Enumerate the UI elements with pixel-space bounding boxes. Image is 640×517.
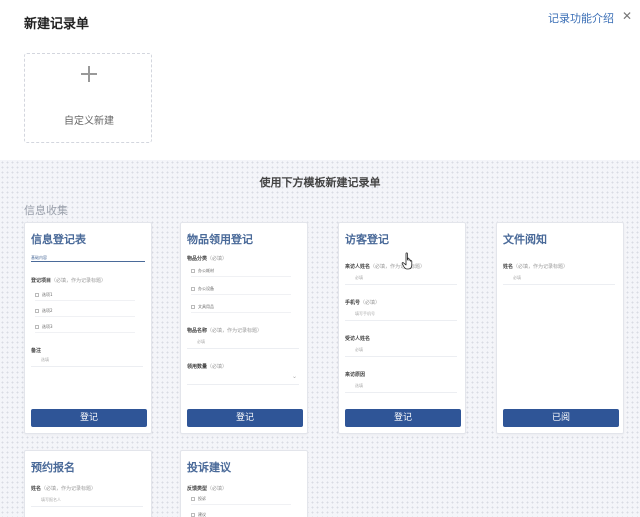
checkbox-icon: [35, 293, 39, 297]
field-input-preview: 选填: [345, 379, 457, 393]
option-row: 投诉: [191, 493, 291, 505]
field-input-preview: 必填: [503, 271, 615, 285]
option-label: 投诉: [198, 496, 206, 501]
card-title: 预约报名: [31, 461, 75, 474]
field-label: 受访人姓名: [345, 336, 371, 342]
page-title: 新建记录单: [24, 17, 90, 32]
template-card-info-register[interactable]: 信息登记表 基础内容 登记项目（必填，作为记录标题） 选项1 选项2 选项3 备…: [24, 222, 152, 434]
close-icon[interactable]: ✕: [622, 9, 632, 23]
checkbox-icon: [35, 325, 39, 329]
field-hint: （必填）: [360, 300, 381, 306]
option-label: 选项1: [42, 292, 53, 297]
field-label: 登记项目（必填，作为记录标题）: [31, 277, 106, 284]
field-hint: （必填）: [207, 256, 228, 262]
card-title: 投诉建议: [187, 461, 231, 474]
field-hint: （必填）: [207, 364, 228, 370]
field-label-text: 手机号: [345, 300, 361, 306]
field-input-preview: 填写报名人: [31, 493, 143, 507]
option-label: 办公耗材: [198, 268, 214, 273]
custom-create-label: 自定义新建: [64, 116, 114, 127]
field-input-preview: 选填: [31, 353, 143, 367]
field-label-text: 领用数量: [187, 364, 208, 370]
custom-create-area: 自定义新建: [0, 36, 640, 160]
option-row: 办公设备: [191, 283, 291, 295]
card-submit-button: 登记: [31, 409, 147, 427]
field-label-text: 姓名: [31, 486, 42, 492]
option-row: 建议: [191, 509, 291, 517]
card-title: 物品领用登记: [187, 233, 253, 246]
card-title: 信息登记表: [31, 233, 86, 246]
card-tab-underline: [31, 261, 145, 262]
field-label: 反馈类型（必填）: [187, 485, 227, 492]
option-label: 文具用品: [198, 304, 214, 309]
plus-icon: [81, 66, 97, 82]
field-select-preview: [187, 370, 299, 385]
field-label: 手机号（必填）: [345, 299, 380, 306]
group-label: 信息收集: [24, 204, 68, 217]
card-submit-button: 登记: [187, 409, 303, 427]
field-label-text: 物品分类: [187, 256, 208, 262]
template-card-item-usage[interactable]: 物品领用登记 物品分类（必填） 办公耗材 办公设备 文具用品 物品名称（必填，作…: [180, 222, 308, 434]
field-hint: （必填，作为记录标题）: [51, 278, 107, 284]
option-row: 选项3: [35, 321, 135, 333]
option-label: 办公设备: [198, 286, 214, 291]
field-hint: （必填，作为记录标题）: [207, 328, 263, 334]
field-label-text: 姓名: [503, 264, 514, 270]
option-row: 选项1: [35, 289, 135, 301]
option-row: 文具用品: [191, 301, 291, 313]
card-title: 文件阅知: [503, 233, 547, 246]
field-input-preview: 必填: [187, 335, 299, 349]
templates-heading: 使用下方模板新建记录单: [259, 176, 381, 189]
field-hint: （必填）: [207, 486, 228, 492]
checkbox-icon: [35, 309, 39, 313]
template-card-visitor[interactable]: 访客登记 来访人姓名（必填，作为记录标题） 必填 手机号（必填） 填写手机号 受…: [338, 222, 466, 434]
field-input-preview: 填写手机号: [345, 307, 457, 321]
field-label: 领用数量（必填）: [187, 363, 227, 370]
field-hint: （必填，作为记录标题）: [513, 264, 569, 270]
card-submit-button: 登记: [345, 409, 461, 427]
card-submit-button: 已阅: [503, 409, 619, 427]
field-hint: （必填，作为记录标题）: [41, 486, 97, 492]
field-label-text: 物品名称: [187, 328, 208, 334]
option-row: 办公耗材: [191, 265, 291, 277]
field-label-text: 登记项目: [31, 278, 52, 284]
checkbox-icon: [191, 305, 195, 309]
option-label: 选项2: [42, 308, 53, 313]
field-label-text: 反馈类型: [187, 486, 208, 492]
top-bar: 新建记录单 记录功能介绍 ✕: [0, 0, 640, 36]
field-label: 姓名（必填，作为记录标题）: [503, 263, 568, 270]
checkbox-icon: [191, 513, 195, 517]
field-label: 来访原因: [345, 372, 366, 378]
field-label: 来访人姓名（必填，作为记录标题）: [345, 263, 425, 270]
field-label: 物品分类（必填）: [187, 255, 227, 262]
field-input-preview: 必填: [345, 343, 457, 357]
template-card-doc-read[interactable]: 文件阅知 姓名（必填，作为记录标题） 必填 已阅: [496, 222, 624, 434]
option-label: 建议: [198, 512, 206, 517]
checkbox-icon: [191, 287, 195, 291]
field-label: 姓名（必填，作为记录标题）: [31, 485, 96, 492]
field-label-text: 来访人姓名: [345, 264, 371, 270]
template-card-complaint[interactable]: 投诉建议 反馈类型（必填） 投诉 建议: [180, 450, 308, 517]
checkbox-icon: [191, 497, 195, 501]
option-row: 选项2: [35, 305, 135, 317]
help-link[interactable]: 记录功能介绍: [548, 10, 614, 26]
field-input-preview: 必填: [345, 271, 457, 285]
field-label: 物品名称（必填，作为记录标题）: [187, 327, 262, 334]
template-card-registration[interactable]: 预约报名 姓名（必填，作为记录标题） 填写报名人: [24, 450, 152, 517]
field-hint: （必填，作为记录标题）: [370, 264, 426, 270]
checkbox-icon: [191, 269, 195, 273]
card-title: 访客登记: [345, 233, 389, 246]
option-label: 选项3: [42, 324, 53, 329]
custom-create-card[interactable]: 自定义新建: [24, 53, 152, 143]
